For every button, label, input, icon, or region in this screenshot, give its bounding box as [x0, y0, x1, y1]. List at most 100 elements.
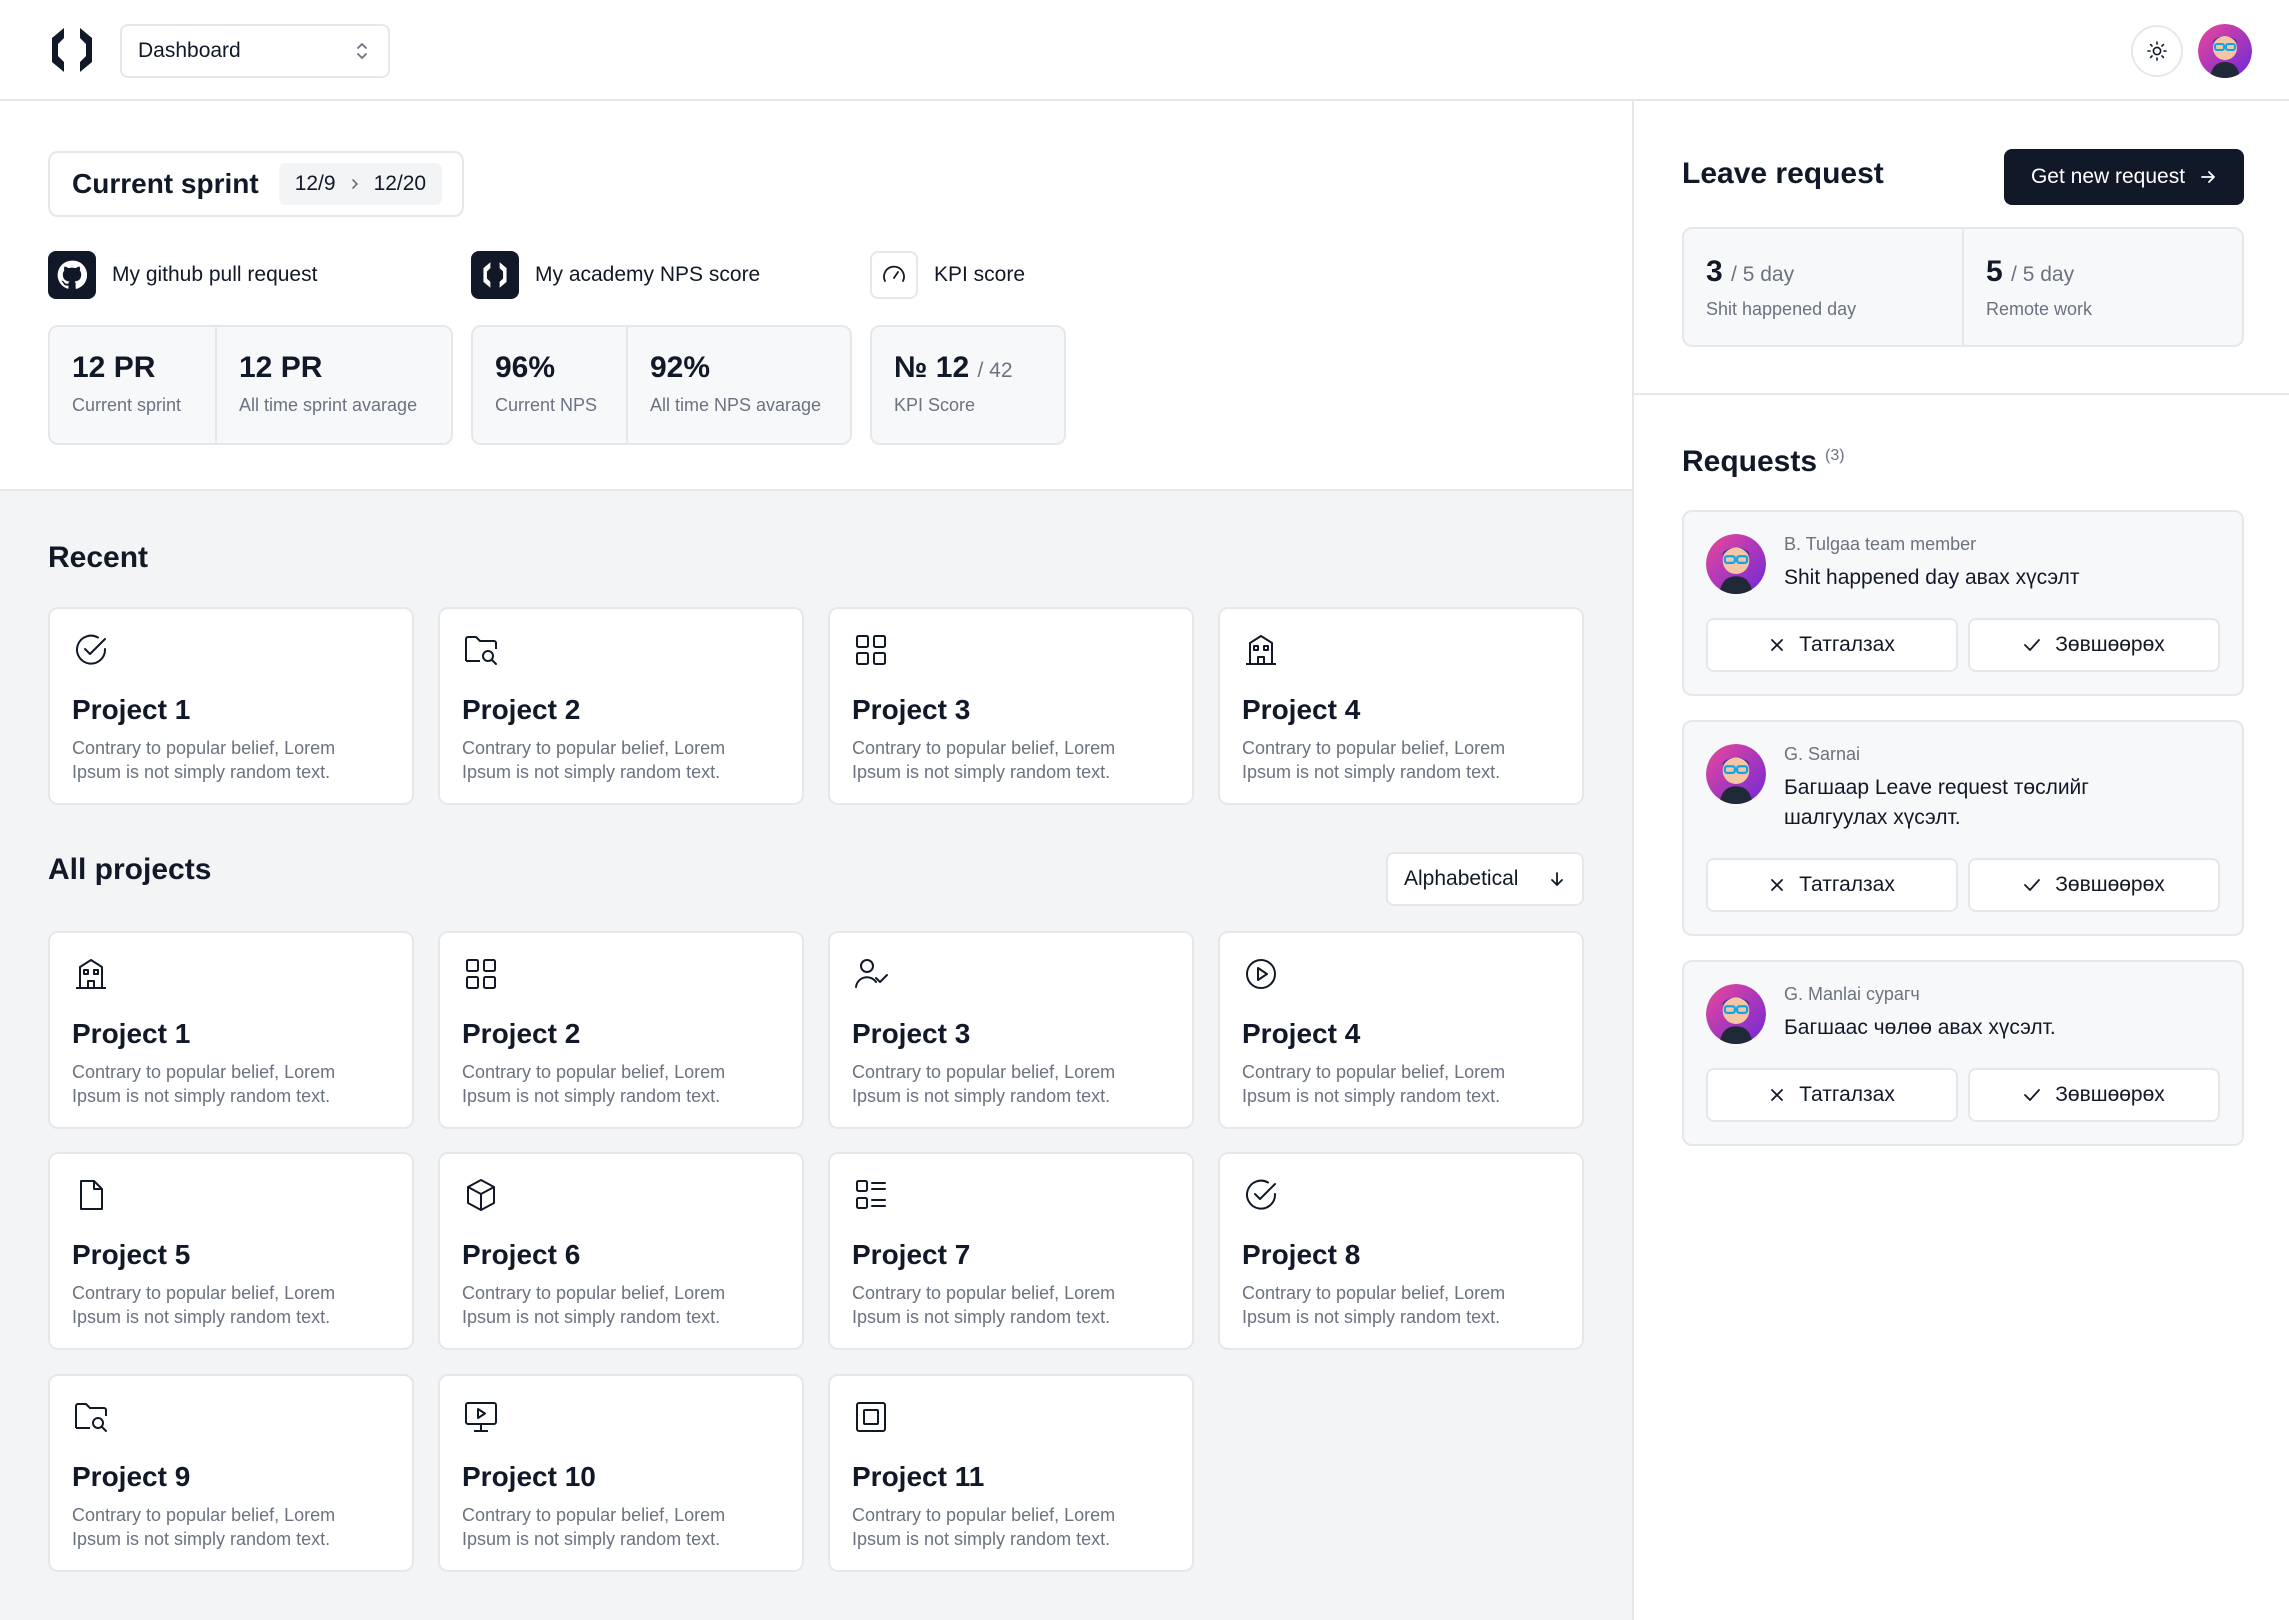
- kpi-total: / 42: [977, 359, 1013, 382]
- project-card[interactable]: Project 2 Contrary to popular belief, Lo…: [438, 931, 804, 1129]
- project-card[interactable]: Project 7 Contrary to popular belief, Lo…: [828, 1152, 1194, 1350]
- leave-balance: 3 / 5 day Shit happened day 5 / 5 day Re…: [1682, 227, 2244, 347]
- top-bar: Dashboard: [0, 0, 2289, 101]
- project-card[interactable]: Project 10 Contrary to popular belief, L…: [438, 1374, 804, 1572]
- recent-project-card[interactable]: Project 3 Contrary to popular belief, Lo…: [828, 607, 1194, 805]
- project-description: Contrary to popular belief, Lorem Ipsum i…: [72, 1505, 336, 1549]
- project-card[interactable]: Project 11 Contrary to popular belief, L…: [828, 1374, 1194, 1572]
- approve-label: Зөвшөөрөх: [2055, 873, 2165, 896]
- project-title: Project 8: [1242, 1239, 1361, 1270]
- kpi-value: № 12: [894, 351, 970, 384]
- project-description: Contrary to popular belief, Lorem Ipsum i…: [852, 738, 1116, 782]
- project-card[interactable]: Project 4 Contrary to popular belief, Lo…: [1218, 931, 1584, 1129]
- recent-project-card[interactable]: Project 4 Contrary to popular belief, Lo…: [1218, 607, 1584, 805]
- academy-logo-icon: [471, 251, 519, 299]
- x-icon: [1771, 639, 1784, 651]
- project-description: Contrary to popular belief, Lorem Ipsum i…: [1242, 1062, 1506, 1106]
- project-title: Project 11: [852, 1461, 985, 1492]
- stat-label: Current sprint: [72, 395, 182, 415]
- sprint-title: Current sprint: [72, 168, 259, 199]
- project-title: Project 4: [1242, 1018, 1361, 1049]
- request-message: Shit happened day авах хүсэлт: [1784, 566, 2080, 589]
- project-description: Contrary to popular belief, Lorem Ipsum i…: [72, 1283, 336, 1327]
- all-projects-title: All projects: [48, 853, 212, 886]
- check-icon: [2024, 639, 2041, 651]
- stat-label: Current NPS: [495, 395, 598, 415]
- project-description: Contrary to popular belief, Lorem Ipsum i…: [852, 1062, 1116, 1106]
- project-title: Project 1: [72, 1018, 191, 1049]
- project-title: Project 9: [72, 1461, 191, 1492]
- project-description: Contrary to popular belief, Lorem Ipsum i…: [852, 1283, 1116, 1327]
- chevron-up-down-icon: [357, 43, 367, 59]
- square-icon: [856, 1402, 886, 1432]
- reject-button[interactable]: Татгалзах: [1706, 1068, 1958, 1122]
- requests-title: Requests (3): [1682, 445, 1845, 478]
- theme-toggle-button[interactable]: [2131, 25, 2183, 77]
- project-card[interactable]: Project 5 Contrary to popular belief, Lo…: [48, 1152, 414, 1350]
- stat-label: All time NPS avarage: [650, 395, 822, 415]
- approve-button[interactable]: Зөвшөөрөх: [1968, 1068, 2220, 1122]
- user-check-icon: [855, 959, 888, 988]
- reject-button[interactable]: Татгалзах: [1706, 858, 1958, 912]
- get-new-request-label: Get new request: [2030, 165, 2186, 188]
- arrow-down-icon: [1551, 872, 1563, 886]
- project-title: Project 3: [852, 1018, 971, 1049]
- requester-avatar: [1706, 744, 1766, 804]
- project-description: Contrary to popular belief, Lorem Ipsum i…: [462, 1505, 726, 1549]
- app-logo[interactable]: [46, 24, 98, 76]
- request-card: B. Tulgaa team member Shit happened day …: [1682, 510, 2244, 696]
- project-card[interactable]: Project 6 Contrary to popular belief, Lo…: [438, 1152, 804, 1350]
- project-card[interactable]: Project 1 Contrary to popular belief, Lo…: [48, 931, 414, 1129]
- sprint-end: 12/20: [373, 172, 427, 195]
- current-sprint: Current sprint 12/9 12/20: [48, 151, 465, 217]
- project-description: Contrary to popular belief, Lorem Ipsum i…: [1242, 738, 1506, 782]
- reject-label: Татгалзах: [1799, 1083, 1895, 1106]
- github-icon: [48, 251, 96, 299]
- x-icon: [1771, 1089, 1784, 1101]
- leave-type-label: Shit happened day: [1706, 299, 1857, 319]
- nps-stat-current: 96% Current NPS: [473, 327, 628, 443]
- leave-total: / 5 day: [2011, 263, 2075, 286]
- requester-avatar: [1706, 534, 1766, 594]
- reject-label: Татгалзах: [1799, 873, 1895, 896]
- recent-project-card[interactable]: Project 1 Contrary to popular belief, Lo…: [48, 607, 414, 805]
- gauge-icon: [870, 251, 918, 299]
- nps-stat-average: 92% All time NPS avarage: [628, 327, 850, 443]
- file-icon: [80, 1180, 103, 1210]
- project-description: Contrary to popular belief, Lorem Ipsum i…: [462, 1062, 726, 1106]
- requester-avatar: [1706, 984, 1766, 1044]
- sort-dropdown[interactable]: Alphabetical: [1386, 852, 1584, 906]
- approve-button[interactable]: Зөвшөөрөх: [1968, 618, 2220, 672]
- kpi-stat-title: KPI score: [934, 263, 1026, 286]
- user-avatar[interactable]: [2198, 24, 2252, 78]
- stat-value: 12 PR: [72, 351, 156, 384]
- project-card[interactable]: Project 3 Contrary to popular belief, Lo…: [828, 931, 1194, 1129]
- project-card[interactable]: Project 8 Contrary to popular belief, Lo…: [1218, 1152, 1584, 1350]
- github-stat-card: 12 PR Current sprint 12 PR All time spri…: [48, 325, 453, 445]
- leave-balance-item: 5 / 5 day Remote work: [1964, 229, 2242, 345]
- kpi-stat-score: № 12 / 42 KPI Score: [872, 327, 1064, 443]
- project-title: Project 6: [462, 1239, 581, 1270]
- reject-button[interactable]: Татгалзах: [1706, 618, 1958, 672]
- sprint-dates: 12/9 12/20: [278, 163, 443, 205]
- workspace-select[interactable]: Dashboard: [120, 24, 390, 78]
- stat-label: All time sprint avarage: [239, 395, 418, 415]
- request-actions: Татгалзах Зөвшөөрөх: [1706, 1068, 2220, 1122]
- stat-value: 96%: [495, 351, 556, 384]
- recent-project-card[interactable]: Project 2 Contrary to popular belief, Lo…: [438, 607, 804, 805]
- leave-request-panel: Leave request Get new request 3 / 5 day …: [1632, 101, 2289, 1620]
- nps-stat-card: 96% Current NPS 92% All time NPS avarage: [471, 325, 852, 445]
- stat-value: № 12 / 42: [894, 351, 1040, 385]
- sprint-start: 12/9: [294, 172, 336, 195]
- project-card[interactable]: Project 9 Contrary to popular belief, Lo…: [48, 1374, 414, 1572]
- building-icon: [76, 959, 106, 989]
- folder-search-icon: [465, 636, 497, 665]
- github-stat-average: 12 PR All time sprint avarage: [217, 327, 451, 443]
- list-icon: [856, 1180, 886, 1209]
- request-actions: Татгалзах Зөвшөөрөх: [1706, 858, 2220, 912]
- check-icon: [2024, 879, 2041, 891]
- x-icon: [1771, 879, 1784, 891]
- get-new-request-button[interactable]: Get new request: [2004, 149, 2244, 205]
- sort-label: Alphabetical: [1404, 867, 1519, 890]
- approve-button[interactable]: Зөвшөөрөх: [1968, 858, 2220, 912]
